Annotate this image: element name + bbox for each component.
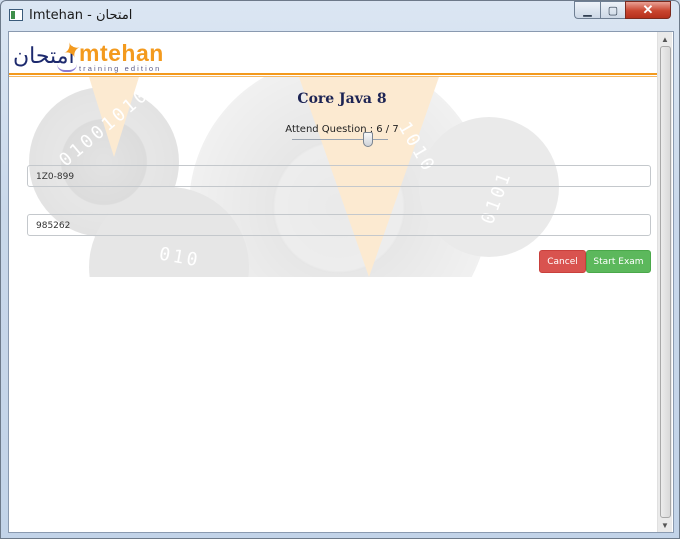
question-slider-track[interactable] [292,139,388,140]
scrollbar-thumb[interactable] [660,46,671,518]
header-divider-light [9,76,659,77]
app-header: امتحان ✦ mtehan training edition [9,32,659,74]
header-divider [9,73,659,75]
logo-tagline: training edition [79,64,162,73]
app-icon[interactable] [9,9,23,21]
close-button[interactable]: ✕ [625,1,671,19]
cancel-button[interactable]: Cancel [539,250,586,273]
maximize-button[interactable]: ▢ [600,1,625,19]
logo-name: mtehan [79,40,164,66]
minimize-button[interactable]: ▁ [574,1,600,19]
attend-question-label: Attend Question : 6 / 7 [285,124,399,135]
scroll-down-icon[interactable]: ▼ [658,519,672,531]
window-title: Imtehan - امتحان [29,8,133,23]
content-area: 01001010 1010 0101 010 امتحان ✦ mtehan t… [8,31,674,533]
scroll-up-icon[interactable]: ▲ [658,33,672,45]
app-window: Imtehan - امتحان ▁ ▢ ✕ 01001010 1010 010… [0,0,680,539]
vertical-scrollbar[interactable]: ▲ ▼ [657,32,672,532]
candidate-id-field[interactable]: 985262 [27,214,651,236]
maximize-icon: ▢ [607,4,619,17]
close-icon: ✕ [642,2,654,17]
exam-title: Core Java 8 [297,91,387,107]
title-bar[interactable]: Imtehan - امتحان ▁ ▢ ✕ [1,1,679,31]
start-exam-button[interactable]: Start Exam [586,250,651,273]
window-controls: ▁ ▢ ✕ [574,1,671,20]
minimize-icon: ▁ [583,4,592,17]
exam-code-field[interactable]: 1Z0-899 [27,165,651,187]
question-slider-thumb[interactable] [363,132,373,147]
